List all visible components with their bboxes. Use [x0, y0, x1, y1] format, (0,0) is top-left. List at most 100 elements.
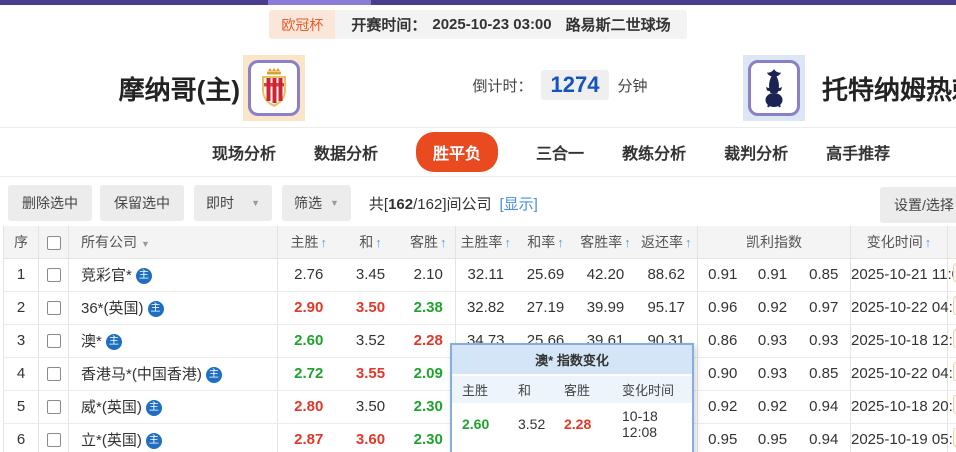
kelly-value: 0.93 — [798, 324, 851, 357]
row-seq: 1 — [4, 258, 39, 291]
row-checkbox[interactable] — [47, 268, 61, 282]
kelly-value: 0.97 — [798, 291, 851, 324]
col-seq: 序 — [4, 226, 39, 258]
kelly-value: 0.92 — [748, 390, 798, 423]
change-time: 2025-10-19 05:07 — [851, 423, 948, 452]
odds-value[interactable]: 3.50 — [340, 291, 402, 324]
keep-selected-button[interactable]: 保留选中 — [100, 185, 184, 221]
odds-value[interactable]: 2.30 — [402, 423, 456, 452]
odds-value[interactable]: 2.38 — [402, 291, 456, 324]
col-home-odds[interactable]: 主胜↑ — [278, 226, 340, 258]
rate-value: 88.62 — [636, 258, 698, 291]
row-select — [39, 423, 69, 452]
nav-tab[interactable]: 三合一 — [536, 140, 584, 164]
show-link[interactable]: [显示] — [500, 193, 538, 214]
kickoff-info: 开赛时间： 2025-10-23 03:00 路易斯二世球场 — [335, 10, 686, 39]
company-name[interactable]: 立*(英国)主 — [69, 423, 278, 452]
select-all-checkbox[interactable] — [47, 236, 61, 250]
row-select — [39, 357, 69, 390]
odds-value[interactable]: 2.30 — [402, 390, 456, 423]
rate-value: 39.99 — [576, 291, 636, 324]
row-checkbox[interactable] — [47, 400, 61, 414]
home-badge-icon: 主 — [148, 301, 164, 317]
company-name[interactable]: 竞彩官*主 — [69, 258, 278, 291]
nav-tab[interactable]: 裁判分析 — [724, 140, 788, 164]
odds-value[interactable]: 2.87 — [278, 423, 340, 452]
filter-dropdown[interactable]: 筛选 ▼ — [282, 185, 351, 221]
odds-value[interactable]: 3.52 — [340, 324, 402, 357]
match-info-bar: 欧冠杯 开赛时间： 2025-10-23 03:00 路易斯二世球场 — [0, 10, 956, 39]
odds-change-popup: 澳* 指数变化 主胜和客胜变化时间 2.603.522.2810-18 12:0… — [450, 343, 694, 452]
col-draw-rate[interactable]: 和率↑ — [516, 226, 576, 258]
col-change-time[interactable]: 变化时间↑ — [851, 226, 948, 258]
away-team-name: 托特纳姆热刺 — [822, 70, 956, 107]
row-checkbox[interactable] — [47, 367, 61, 381]
odds-value[interactable]: 2.76 — [278, 258, 340, 291]
kelly-value: 0.93 — [748, 324, 798, 357]
popup-col-header: 客胜 — [564, 380, 622, 399]
kickoff-label: 开赛时间： — [351, 14, 426, 35]
col-company[interactable]: 所有公司▼ — [69, 226, 278, 258]
odds-value[interactable]: 3.55 — [340, 357, 402, 390]
odds-value[interactable]: 2.72 — [278, 357, 340, 390]
change-time: 2025-10-22 04:57 — [851, 291, 948, 324]
nav-tab[interactable]: 教练分析 — [622, 140, 686, 164]
filter-value: 筛选 — [294, 193, 322, 213]
chevron-down-icon: ▼ — [141, 239, 150, 249]
sort-asc-icon: ↑ — [505, 235, 512, 250]
countdown-value: 1274 — [541, 70, 610, 100]
row-checkbox[interactable] — [47, 301, 61, 315]
popup-data-row: 2.603.522.2810-18 12:08 — [452, 403, 692, 445]
odds-value[interactable]: 3.50 — [340, 390, 402, 423]
odds-value[interactable]: 2.60 — [278, 324, 340, 357]
row-checkbox[interactable] — [47, 334, 61, 348]
top-progress-segment — [268, 0, 371, 5]
company-name[interactable]: 威*(英国)主 — [69, 390, 278, 423]
col-return-rate[interactable]: 返还率↑ — [636, 226, 698, 258]
team-header: 摩纳哥(主) 倒计时： 1274 分钟 — [0, 52, 956, 124]
popup-rows: 2.603.522.2810-18 12:082.633.522.2510-17… — [452, 403, 692, 452]
home-badge-icon: 主 — [106, 334, 122, 350]
change-time: 2025-10-22 04:50 — [851, 357, 948, 390]
league-badge[interactable]: 欧冠杯 — [269, 10, 335, 39]
odds-value[interactable]: 2.90 — [278, 291, 340, 324]
odds-value[interactable]: 2.09 — [402, 357, 456, 390]
top-progress-bar — [0, 0, 956, 5]
rate-value: 32.11 — [456, 258, 516, 291]
row-checkbox[interactable] — [47, 433, 61, 447]
time-mode-dropdown[interactable]: 即时 ▼ — [194, 185, 272, 221]
odds-value[interactable]: 2.80 — [278, 390, 340, 423]
row-select — [39, 291, 69, 324]
company-name[interactable]: 36*(英国)主 — [69, 291, 278, 324]
kelly-value: 0.85 — [798, 258, 851, 291]
popup-cell: 10-18 12:08 — [622, 408, 688, 440]
nav-tab-active[interactable]: 胜平负 — [416, 132, 498, 172]
col-draw-odds[interactable]: 和↑ — [340, 226, 402, 258]
popup-col-header: 变化时间 — [622, 380, 688, 399]
col-away-odds[interactable]: 客胜↑ — [402, 226, 456, 258]
popup-col-header: 主胜 — [462, 380, 518, 399]
company-name[interactable]: 香港马*(中国香港)主 — [69, 357, 278, 390]
odds-value[interactable]: 3.60 — [340, 423, 402, 452]
rate-value: 27.19 — [516, 291, 576, 324]
sort-asc-icon: ↑ — [685, 235, 692, 250]
company-name[interactable]: 澳*主 — [69, 324, 278, 357]
nav-tab[interactable]: 数据分析 — [314, 140, 378, 164]
nav-tab[interactable]: 高手推荐 — [826, 140, 890, 164]
row-select — [39, 258, 69, 291]
odds-value[interactable]: 2.28 — [402, 324, 456, 357]
col-away-rate[interactable]: 客胜率↑ — [576, 226, 636, 258]
company-count: 共[162/162]间公司 — [369, 193, 492, 214]
delete-selected-button[interactable]: 删除选中 — [8, 185, 92, 221]
kelly-value: 0.90 — [698, 357, 748, 390]
odds-value[interactable]: 3.45 — [340, 258, 402, 291]
row-seq: 6 — [4, 423, 39, 452]
nav-tab[interactable]: 现场分析 — [212, 140, 276, 164]
table-row: 1竞彩官*主2.763.452.1032.1125.6942.2088.620.… — [4, 258, 956, 291]
col-home-rate[interactable]: 主胜率↑ — [456, 226, 516, 258]
venue: 路易斯二世球场 — [566, 14, 671, 35]
settings-select-button[interactable]: 设置/选择 — [880, 187, 956, 223]
chevron-down-icon: ▼ — [251, 198, 260, 208]
kelly-value: 0.86 — [698, 324, 748, 357]
odds-value[interactable]: 2.10 — [402, 258, 456, 291]
